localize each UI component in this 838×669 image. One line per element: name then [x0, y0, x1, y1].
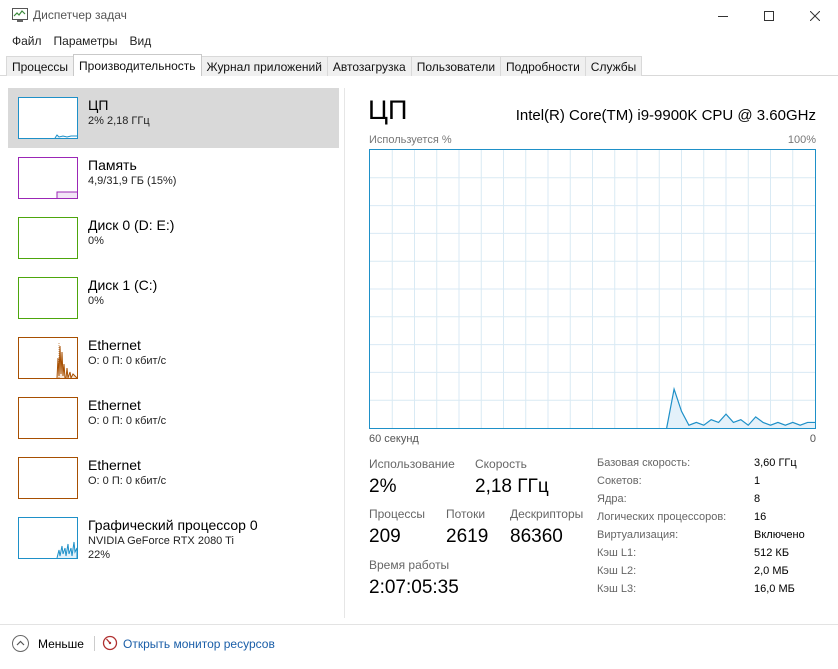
uptime-value: 2:07:05:35	[369, 577, 459, 598]
graph-x-end-label: 0	[809, 433, 816, 445]
handles-value: 86360	[510, 526, 563, 547]
processes-label: Процессы	[369, 507, 426, 521]
minimize-icon	[718, 15, 728, 17]
resource-detail: 2% 2,18 ГГц	[88, 115, 150, 127]
resource-item-ethernet-2[interactable]: Ethernet О: 0 П: 0 кбит/с	[8, 388, 339, 448]
info-value-base-speed: 3,60 ГГц	[754, 457, 797, 469]
threads-value: 2619	[446, 526, 489, 547]
tab-performance[interactable]: Производительность	[73, 54, 202, 76]
tab-processes[interactable]: Процессы	[6, 56, 75, 76]
tab-app-history[interactable]: Журнал приложений	[200, 56, 328, 76]
resource-name: Ethernet	[88, 397, 141, 413]
cpu-usage-graph	[369, 149, 816, 429]
info-key-base-speed: Базовая скорость:	[597, 457, 691, 469]
open-resource-monitor-link[interactable]: Открыть монитор ресурсов	[123, 637, 275, 651]
resource-name: Диск 1 (C:)	[88, 277, 158, 293]
ethernet-1-thumbnail-graph	[18, 337, 78, 379]
resource-item-cpu[interactable]: ЦП 2% 2,18 ГГц	[8, 88, 339, 148]
footer: Меньше Открыть монитор ресурсов	[0, 633, 838, 655]
close-icon	[810, 10, 820, 21]
maximize-icon	[764, 10, 774, 21]
info-value-l2-cache: 2,0 МБ	[754, 565, 789, 577]
resource-item-ethernet-1[interactable]: Ethernet О: 0 П: 0 кбит/с	[8, 328, 339, 388]
ethernet-2-thumbnail-graph	[18, 397, 78, 439]
info-value-l1-cache: 512 КБ	[754, 547, 790, 559]
resource-item-ethernet-3[interactable]: Ethernet О: 0 П: 0 кбит/с	[8, 448, 339, 508]
tab-startup[interactable]: Автозагрузка	[326, 56, 412, 76]
menu-view[interactable]: Вид	[123, 34, 157, 48]
resource-name: Ethernet	[88, 457, 141, 473]
window-title: Диспетчер задач	[33, 8, 127, 22]
page-title: ЦП	[368, 95, 408, 125]
resource-item-memory[interactable]: Память 4,9/31,9 ГБ (15%)	[8, 148, 339, 208]
info-key-l3-cache: Кэш L3:	[597, 583, 637, 595]
disk-0-thumbnail-graph	[18, 217, 78, 259]
info-key-cores: Ядра:	[597, 493, 627, 505]
pane-divider	[344, 88, 345, 618]
menu-bar: Файл Параметры Вид	[0, 31, 838, 51]
processes-value: 209	[369, 526, 401, 547]
info-value-sockets: 1	[754, 475, 761, 487]
usage-label: Использование	[369, 457, 455, 471]
menu-file[interactable]: Файл	[0, 34, 48, 48]
usage-value: 2%	[369, 476, 397, 497]
resource-list: ЦП 2% 2,18 ГГц Память 4,9/31,9 ГБ (15%) …	[8, 88, 340, 618]
info-key-virtualization: Виртуализация:	[597, 529, 679, 541]
resource-name: Диск 0 (D: E:)	[88, 217, 175, 233]
resource-detail: О: 0 П: 0 кбит/с	[88, 415, 167, 427]
menu-options[interactable]: Параметры	[48, 34, 124, 48]
cpu-graph-svg	[370, 150, 815, 428]
speed-value: 2,18 ГГц	[475, 476, 549, 497]
graph-y-label: Используется %	[369, 134, 452, 146]
task-manager-icon	[12, 8, 28, 22]
resource-detail: NVIDIA GeForce RTX 2080 Ti	[88, 535, 234, 547]
threads-label: Потоки	[446, 507, 486, 521]
info-value-cores: 8	[754, 493, 761, 505]
resource-detail: О: 0 П: 0 кбит/с	[88, 355, 167, 367]
resource-detail-usage: 22%	[88, 549, 111, 561]
resource-item-disk-0[interactable]: Диск 0 (D: E:) 0%	[8, 208, 339, 268]
resource-detail: 0%	[88, 235, 104, 247]
handles-label: Дескрипторы	[510, 507, 584, 521]
tab-services[interactable]: Службы	[584, 56, 643, 76]
info-key-logical-processors: Логических процессоров:	[597, 511, 727, 523]
info-value-logical-processors: 16	[754, 511, 767, 523]
fewer-details-button[interactable]: Меньше	[38, 637, 84, 651]
memory-thumbnail-graph	[18, 157, 78, 199]
chevron-up-circle-icon[interactable]	[12, 635, 29, 652]
gpu-thumbnail-graph	[18, 517, 78, 559]
maximize-button[interactable]	[746, 0, 792, 31]
info-key-l1-cache: Кэш L1:	[597, 547, 637, 559]
ethernet-3-thumbnail-graph	[18, 457, 78, 499]
graph-x-label: 60 секунд	[369, 433, 419, 445]
footer-separator	[94, 636, 95, 651]
resource-detail: О: 0 П: 0 кбит/с	[88, 475, 167, 487]
info-key-sockets: Сокетов:	[597, 475, 642, 487]
resource-detail: 0%	[88, 295, 104, 307]
title-bar: Диспетчер задач	[0, 0, 838, 31]
resource-name: Ethernet	[88, 337, 141, 353]
resource-item-gpu-0[interactable]: Графический процессор 0 NVIDIA GeForce R…	[8, 508, 339, 568]
resource-name: ЦП	[88, 97, 109, 113]
uptime-label: Время работы	[369, 558, 450, 572]
info-value-l3-cache: 16,0 МБ	[754, 583, 795, 595]
cpu-model-name: Intel(R) Core(TM) i9-9900K CPU @ 3.60GHz	[515, 107, 816, 124]
resource-monitor-icon[interactable]	[102, 635, 118, 651]
resource-item-disk-1[interactable]: Диск 1 (C:) 0%	[8, 268, 339, 328]
info-key-l2-cache: Кэш L2:	[597, 565, 637, 577]
footer-divider	[0, 624, 838, 625]
disk-1-thumbnail-graph	[18, 277, 78, 319]
tab-users[interactable]: Пользователи	[410, 56, 502, 76]
minimize-button[interactable]	[700, 0, 746, 31]
close-button[interactable]	[792, 0, 838, 31]
speed-label: Скорость	[475, 457, 527, 471]
tab-bar: Процессы Производительность Журнал прило…	[6, 54, 643, 76]
resource-name: Графический процессор 0	[88, 517, 258, 533]
resource-name: Память	[88, 157, 137, 173]
cpu-thumbnail-graph	[18, 97, 78, 139]
graph-y-max-label: 100%	[787, 134, 816, 146]
info-value-virtualization: Включено	[754, 529, 805, 541]
resource-detail: 4,9/31,9 ГБ (15%)	[88, 175, 177, 187]
tab-details[interactable]: Подробности	[500, 56, 586, 76]
